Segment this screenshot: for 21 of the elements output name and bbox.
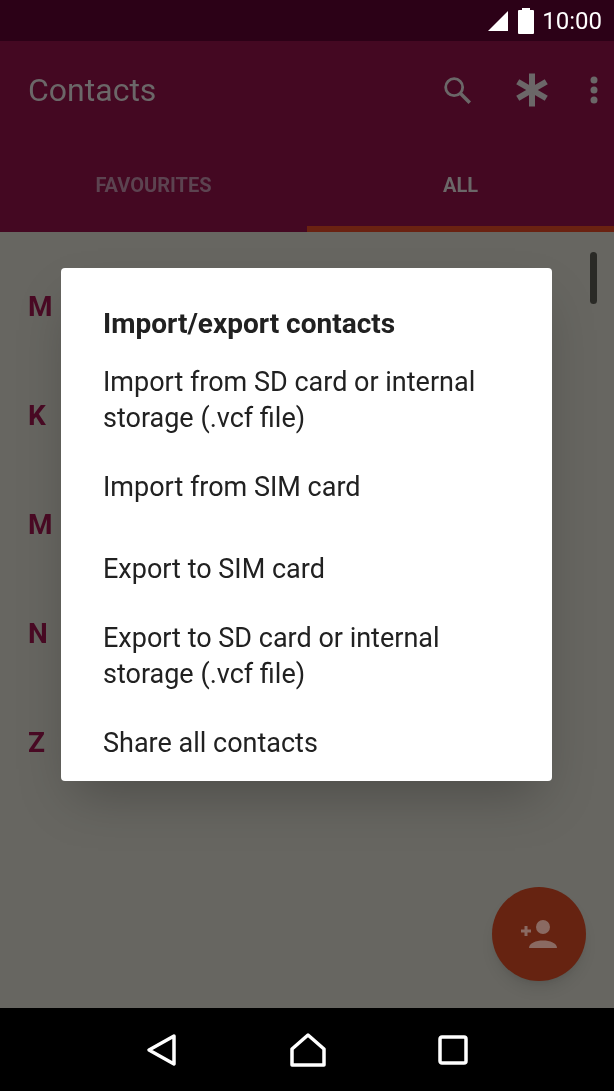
index-letter: K — [28, 399, 46, 433]
battery-icon — [518, 7, 535, 34]
dialog-option[interactable]: Export to SD card or internal storage (.vcf file) — [103, 610, 528, 702]
add-person-icon — [519, 919, 559, 949]
home-icon[interactable] — [290, 1032, 326, 1067]
scrollbar — [590, 252, 597, 304]
index-letter: N — [28, 617, 48, 651]
back-icon[interactable] — [146, 1032, 178, 1067]
more-options-icon[interactable] — [590, 76, 598, 104]
dialog-option[interactable]: Import from SD card or internal storage (.vcf file) — [103, 354, 528, 446]
index-letter: M — [28, 290, 53, 324]
recents-icon[interactable] — [438, 1034, 468, 1065]
dialog-option[interactable]: Import from SIM card — [103, 446, 528, 528]
dialog-title: Import/export contacts — [103, 306, 397, 342]
index-letter: Z — [28, 726, 45, 760]
app-title: Contacts — [28, 70, 158, 111]
asterisk-icon[interactable] — [514, 72, 550, 108]
index-letter: M — [28, 508, 53, 542]
clock: 10:00 — [542, 5, 602, 37]
dialog-option[interactable]: Share all contacts — [103, 702, 528, 784]
dialog-option[interactable]: Export to SIM card — [103, 528, 528, 610]
